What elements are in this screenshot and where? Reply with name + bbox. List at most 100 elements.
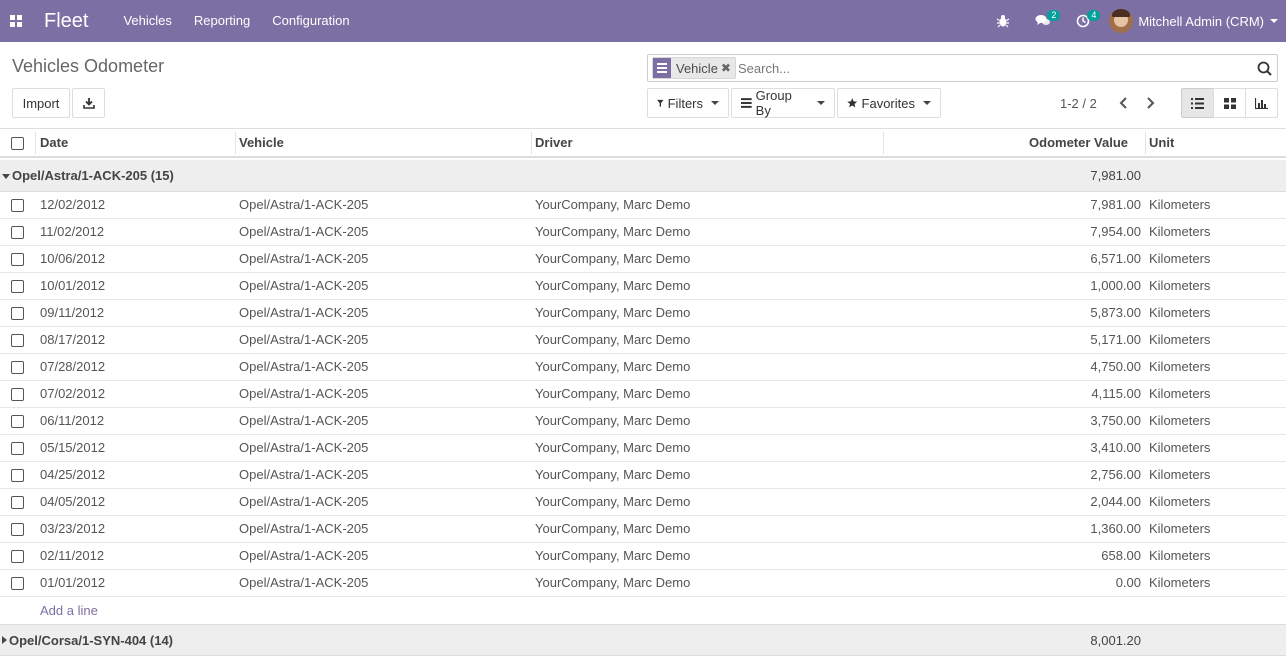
filter-icon <box>657 99 664 107</box>
cell-date: 02/11/2012 <box>40 548 105 563</box>
table-row[interactable]: 12/02/2012 Opel/Astra/1-ACK-205 YourCompan… <box>0 192 1286 219</box>
download-button[interactable] <box>72 88 105 118</box>
table-row[interactable]: 01/01/2012 Opel/Astra/1-ACK-205 YourCompan… <box>0 570 1286 597</box>
cell-driver: YourCompany, Marc Demo <box>535 386 691 401</box>
row-checkbox[interactable] <box>11 361 24 374</box>
cell-date: 07/02/2012 <box>40 386 106 401</box>
debug-bug-icon[interactable] <box>983 0 1023 42</box>
cell-vehicle: Opel/Astra/1-ACK-205 <box>239 332 369 347</box>
cell-vehicle: Opel/Astra/1-ACK-205 <box>239 521 369 536</box>
table-row[interactable]: 02/11/2012 Opel/Astra/1-ACK-205 YourCompan… <box>0 543 1286 570</box>
pager-previous-icon[interactable] <box>1116 94 1130 112</box>
column-divider <box>235 132 236 154</box>
table-row[interactable]: 04/05/2012 Opel/Astra/1-ACK-205 YourCompan… <box>0 489 1286 516</box>
row-checkbox[interactable] <box>11 469 24 482</box>
list-icon <box>1191 97 1204 109</box>
select-all-checkbox[interactable] <box>11 137 24 150</box>
row-checkbox[interactable] <box>11 577 24 590</box>
add-a-line-link[interactable]: Add a line <box>40 603 98 618</box>
table-row[interactable]: 07/02/2012 Opel/Astra/1-ACK-205 YourCompan… <box>0 381 1286 408</box>
table-row[interactable]: 10/01/2012 Opel/Astra/1-ACK-205 YourCompan… <box>0 273 1286 300</box>
table-row[interactable]: 06/11/2012 Opel/Astra/1-ACK-205 YourCompan… <box>0 408 1286 435</box>
apps-menu-icon[interactable] <box>4 0 28 42</box>
row-checkbox[interactable] <box>11 226 24 239</box>
activities-count-badge: 4 <box>1087 10 1101 21</box>
cell-driver: YourCompany, Marc Demo <box>535 575 691 590</box>
row-checkbox[interactable] <box>11 307 24 320</box>
table-row[interactable]: 05/15/2012 Opel/Astra/1-ACK-205 YourCompan… <box>0 435 1286 462</box>
group-row-expanded[interactable]: Opel/Astra/1-ACK-205 (15) 7,981.00 <box>0 160 1286 192</box>
cell-unit: Kilometers <box>1149 467 1211 482</box>
top-navbar: Fleet Vehicles Reporting Configuration 2… <box>0 0 1286 42</box>
row-checkbox[interactable] <box>11 280 24 293</box>
cell-driver: YourCompany, Marc Demo <box>535 467 691 482</box>
cell-driver: YourCompany, Marc Demo <box>535 332 691 347</box>
cell-unit: Kilometers <box>1149 494 1211 509</box>
row-checkbox[interactable] <box>11 199 24 212</box>
column-header-driver[interactable]: Driver <box>535 129 573 157</box>
messages-icon[interactable]: 2 <box>1023 0 1063 42</box>
column-header-date[interactable]: Date <box>40 129 68 157</box>
table-row[interactable]: 04/25/2012 Opel/Astra/1-ACK-205 YourCompan… <box>0 462 1286 489</box>
row-checkbox[interactable] <box>11 496 24 509</box>
cell-vehicle: Opel/Astra/1-ACK-205 <box>239 575 369 590</box>
user-menu[interactable]: Mitchell Admin (CRM) <box>1103 9 1286 33</box>
group-by-dropdown[interactable]: Group By <box>731 88 835 118</box>
table-row[interactable]: 09/11/2012 Opel/Astra/1-ACK-205 YourCompan… <box>0 300 1286 327</box>
row-checkbox[interactable] <box>11 523 24 536</box>
menu-item-reporting[interactable]: Reporting <box>183 0 261 42</box>
cell-driver: YourCompany, Marc Demo <box>535 224 691 239</box>
pager-next-icon[interactable] <box>1143 94 1157 112</box>
search-facet: Vehicle ✖ <box>652 57 736 79</box>
table-row[interactable]: 10/06/2012 Opel/Astra/1-ACK-205 YourCompan… <box>0 246 1286 273</box>
group-row-collapsed[interactable]: Opel/Corsa/1-SYN-404 (14) 8,001.20 <box>0 624 1286 656</box>
app-brand[interactable]: Fleet <box>44 10 88 33</box>
search-input[interactable] <box>737 56 1251 80</box>
row-checkbox[interactable] <box>11 415 24 428</box>
cell-unit: Kilometers <box>1149 305 1211 320</box>
chevron-down-icon <box>923 101 931 105</box>
cell-odometer-value: 2,756.00 <box>1090 467 1141 482</box>
row-checkbox[interactable] <box>11 253 24 266</box>
table-row[interactable]: 07/28/2012 Opel/Astra/1-ACK-205 YourCompan… <box>0 354 1286 381</box>
column-header-unit[interactable]: Unit <box>1149 129 1174 157</box>
column-header-odometer-value[interactable]: Odometer Value <box>1029 129 1128 157</box>
table-row[interactable]: 08/17/2012 Opel/Astra/1-ACK-205 YourCompan… <box>0 327 1286 354</box>
cell-driver: YourCompany, Marc Demo <box>535 305 691 320</box>
menu-item-vehicles[interactable]: Vehicles <box>112 0 182 42</box>
kanban-view-button[interactable] <box>1213 88 1246 118</box>
menu-item-configuration[interactable]: Configuration <box>261 0 360 42</box>
pager-value[interactable]: 1-2 / 2 <box>1060 96 1097 111</box>
table-row[interactable]: 11/02/2012 Opel/Astra/1-ACK-205 YourCompan… <box>0 219 1286 246</box>
group-total: 7,981.00 <box>1090 168 1141 183</box>
favorites-dropdown[interactable]: Favorites <box>837 88 941 118</box>
cell-unit: Kilometers <box>1149 332 1211 347</box>
column-header-vehicle[interactable]: Vehicle <box>239 129 284 157</box>
search-icon[interactable] <box>1251 55 1277 81</box>
cell-vehicle: Opel/Astra/1-ACK-205 <box>239 251 369 266</box>
avatar <box>1109 9 1134 33</box>
cell-date: 12/02/2012 <box>40 197 106 212</box>
cell-odometer-value: 3,410.00 <box>1090 440 1141 455</box>
graph-view-button[interactable] <box>1245 88 1278 118</box>
list-view-button[interactable] <box>1181 88 1214 118</box>
row-checkbox[interactable] <box>11 334 24 347</box>
cell-unit: Kilometers <box>1149 413 1211 428</box>
cell-date: 04/05/2012 <box>40 494 106 509</box>
row-checkbox[interactable] <box>11 388 24 401</box>
activities-clock-icon[interactable]: 4 <box>1063 0 1103 42</box>
cell-odometer-value: 2,044.00 <box>1090 494 1141 509</box>
cell-unit: Kilometers <box>1149 386 1211 401</box>
column-divider <box>1145 132 1146 154</box>
import-button[interactable]: Import <box>12 88 70 118</box>
cell-odometer-value: 7,954.00 <box>1090 224 1141 239</box>
row-checkbox[interactable] <box>11 442 24 455</box>
filters-dropdown[interactable]: Filters <box>647 88 729 118</box>
row-checkbox[interactable] <box>11 550 24 563</box>
cell-unit: Kilometers <box>1149 548 1211 563</box>
remove-facet-icon[interactable]: ✖ <box>721 61 735 75</box>
filters-label: Filters <box>667 95 703 111</box>
table-row[interactable]: 03/23/2012 Opel/Astra/1-ACK-205 YourCompan… <box>0 516 1286 543</box>
search-facet-value: Vehicle <box>676 60 718 76</box>
cell-driver: YourCompany, Marc Demo <box>535 548 691 563</box>
